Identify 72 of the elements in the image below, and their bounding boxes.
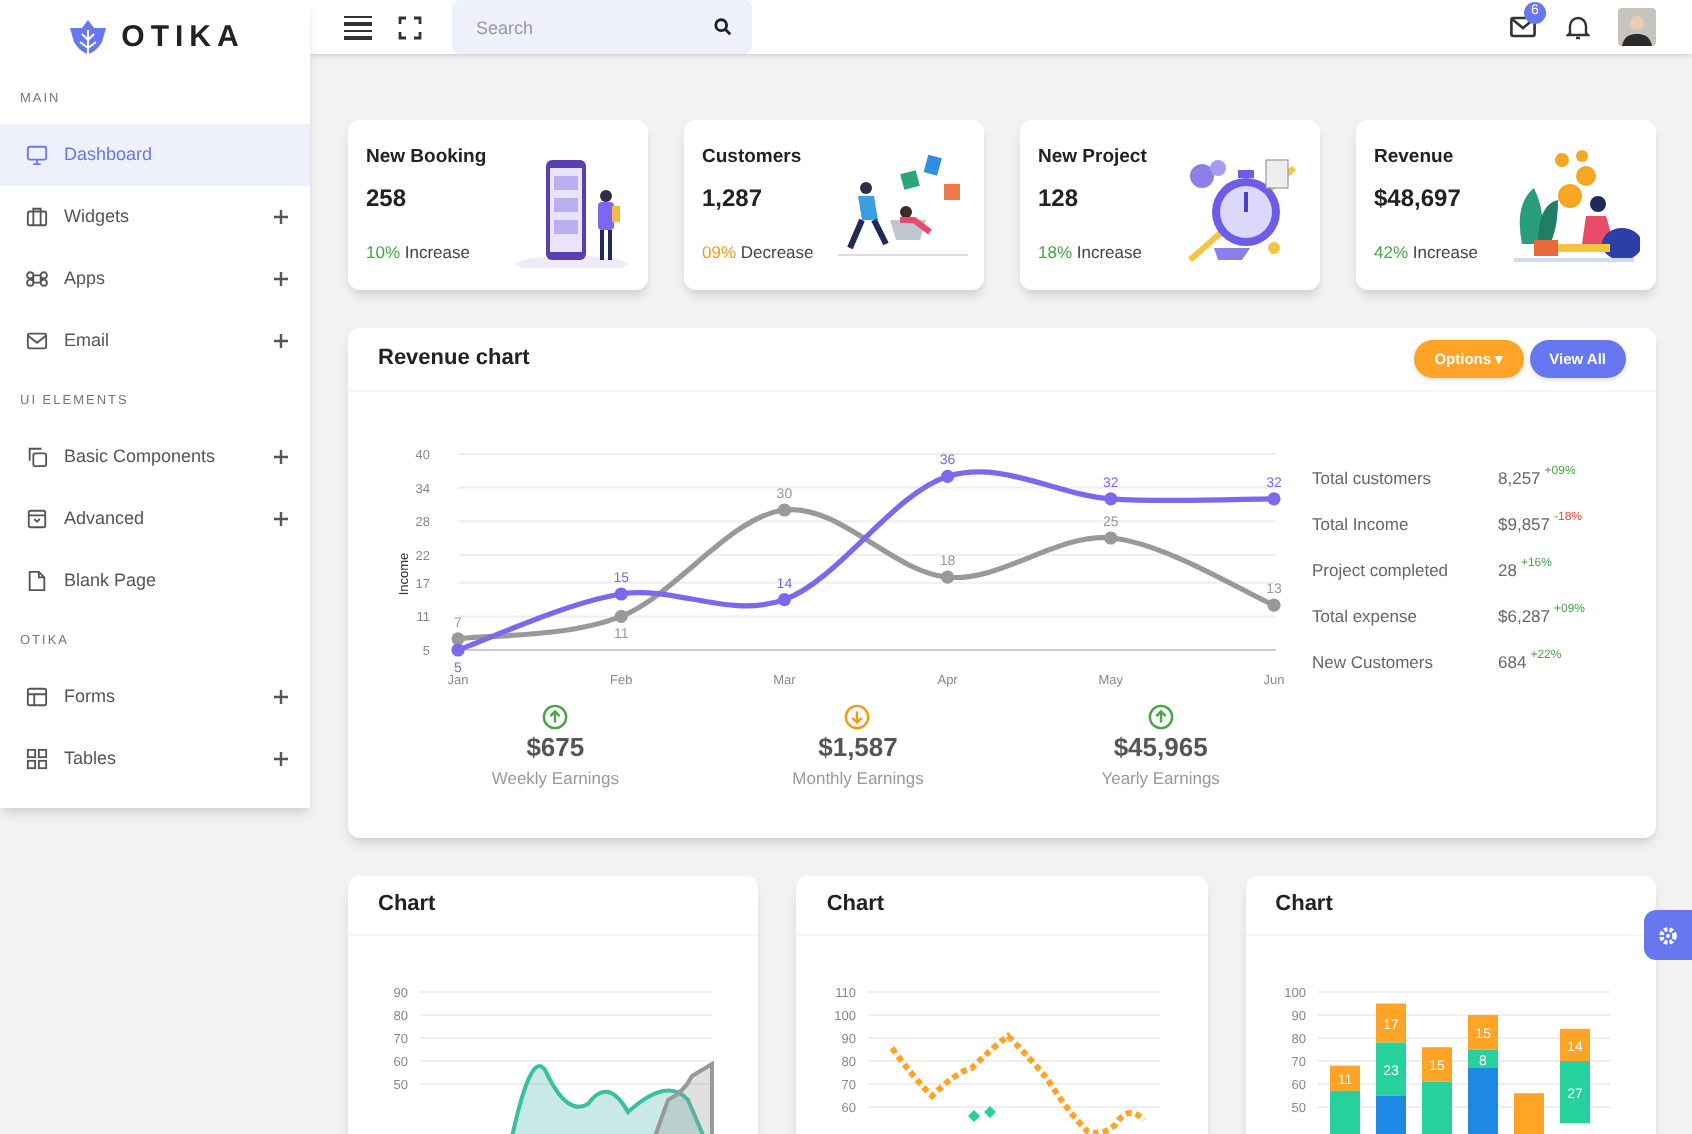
earnings-label: Monthly Earnings <box>792 766 924 792</box>
summary-label: Project completed <box>1312 558 1451 584</box>
fullscreen-icon[interactable] <box>398 15 422 39</box>
arrow-down-icon <box>844 704 871 730</box>
data-point <box>1267 598 1281 612</box>
card-title: New Project <box>1038 144 1147 172</box>
sidebar-item[interactable]: Email <box>0 310 310 372</box>
menu-icon[interactable] <box>344 15 372 39</box>
summary-value: $6,287 <box>1498 604 1550 630</box>
data-point <box>777 593 791 607</box>
earnings-label: Weekly Earnings <box>491 766 619 792</box>
stat-value: $48,697 <box>1374 182 1463 217</box>
sidebar-item[interactable]: Blank Page <box>0 550 310 612</box>
stat-change: 18% Increase <box>1038 240 1144 266</box>
summary-value: 8,257 <box>1498 466 1541 492</box>
card-title: Customers <box>702 144 804 172</box>
data-point <box>1104 492 1118 506</box>
card-title: Revenue <box>1374 144 1456 172</box>
stat-change: 42% Increase <box>1374 240 1478 266</box>
card-title: Chart <box>378 890 436 921</box>
sidebar-item[interactable]: Basic Components <box>0 426 310 488</box>
summary-label: New Customers <box>1312 650 1435 676</box>
stat-value: 1,287 <box>702 182 765 217</box>
leaf-logo-icon <box>65 18 110 58</box>
data-point <box>1104 531 1118 545</box>
data-point <box>1267 492 1281 506</box>
earnings-amount: $1,587 <box>818 732 898 764</box>
stat-value: 128 <box>1038 182 1081 217</box>
data-point <box>941 469 955 483</box>
search-field[interactable]: Search <box>452 0 752 54</box>
mail-icon <box>26 330 48 352</box>
stat-change: 10% Increase <box>366 240 472 266</box>
command-icon <box>26 268 48 290</box>
arrow-up-icon <box>542 704 569 730</box>
summary-label: Total expense <box>1312 604 1419 630</box>
stat-value: 258 <box>366 182 409 217</box>
summary-label: Total customers <box>1312 466 1434 492</box>
card-title: Chart <box>1275 890 1333 921</box>
data-point <box>777 503 791 517</box>
earnings-amount: $675 <box>526 732 585 764</box>
data-point <box>614 609 628 623</box>
summary-label: Total Income <box>1312 512 1411 538</box>
copy-icon <box>26 446 48 468</box>
summary-value: 28 <box>1498 558 1517 584</box>
sidebar-item[interactable]: Advanced <box>0 488 310 550</box>
card-title: Chart <box>826 890 885 921</box>
mail-icon[interactable] <box>1510 16 1536 38</box>
layout-icon <box>26 686 48 708</box>
sidebar-item[interactable]: Widgets <box>0 186 310 248</box>
data-point <box>941 570 955 584</box>
summary-value: $9,857 <box>1498 512 1550 538</box>
monitor-icon <box>26 144 48 166</box>
card-title: New Booking <box>366 144 487 172</box>
stat-change: 09% Decrease <box>702 240 814 266</box>
briefcase-icon <box>26 206 48 228</box>
card-title: Revenue chart <box>378 344 530 375</box>
grid-icon <box>26 748 48 770</box>
bell-icon[interactable] <box>1566 14 1590 40</box>
brand-name: OTIKA <box>121 17 245 58</box>
sidebar-item[interactable]: Tables <box>0 728 310 790</box>
sidebar-item[interactable]: Apps <box>0 248 310 310</box>
search-icon[interactable] <box>714 18 732 36</box>
settings-icon[interactable] <box>1644 910 1692 960</box>
summary-value: 684 <box>1498 650 1527 676</box>
arrow-up-icon <box>1147 704 1174 730</box>
file-icon <box>26 570 48 592</box>
avatar[interactable] <box>1618 8 1656 46</box>
earnings-amount: $45,965 <box>1113 732 1208 764</box>
sidebar-item[interactable]: Forms <box>0 666 310 728</box>
earnings-label: Yearly Earnings <box>1101 766 1220 792</box>
data-point <box>614 587 628 601</box>
archive-icon <box>26 508 48 530</box>
